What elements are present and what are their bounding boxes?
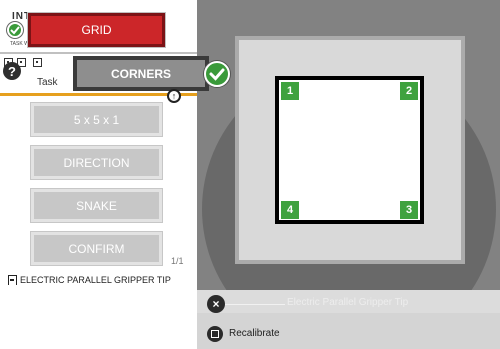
pagination-text: 1/1 (171, 256, 184, 266)
tool-label-text: ELECTRIC PARALLEL GRIPPER TIP (20, 275, 171, 285)
qr-code-icon (33, 58, 42, 67)
recalibrate-icon[interactable] (207, 326, 223, 342)
grid-button[interactable]: GRID (28, 13, 165, 47)
overlay-line (225, 304, 285, 305)
corner-marker-4[interactable]: 4 (281, 201, 299, 219)
tool-label: ELECTRIC PARALLEL GRIPPER TIP (8, 275, 171, 285)
corners-button[interactable]: CORNERS (73, 56, 209, 91)
option-size-button[interactable]: 5 x 5 x 1 (31, 103, 162, 136)
option-direction-button[interactable]: DIRECTION (31, 146, 162, 179)
up-arrow-icon[interactable]: ↑ (167, 89, 181, 103)
check-icon (204, 61, 230, 87)
corner-marker-3[interactable]: 3 (400, 201, 418, 219)
tool-overlay-label: Electric Parallel Gripper Tip (287, 297, 409, 308)
divider (0, 52, 197, 54)
option-snake-button[interactable]: SNAKE (31, 189, 162, 222)
recalibrate-button[interactable]: Recalibrate (229, 328, 280, 339)
gripper-icon (8, 275, 17, 285)
header-subtitle: TASK W (10, 41, 29, 47)
corner-marker-2[interactable]: 2 (400, 82, 418, 100)
close-icon[interactable]: × (207, 295, 225, 313)
confirm-button[interactable]: CONFIRM (31, 232, 162, 265)
check-icon (7, 22, 23, 38)
left-panel: INT TASK W GRID ? Task 5 x 5 x 1 DIRECTI… (0, 0, 197, 349)
corner-marker-1[interactable]: 1 (281, 82, 299, 100)
task-label: Task (37, 77, 58, 88)
help-icon[interactable]: ? (3, 62, 21, 80)
